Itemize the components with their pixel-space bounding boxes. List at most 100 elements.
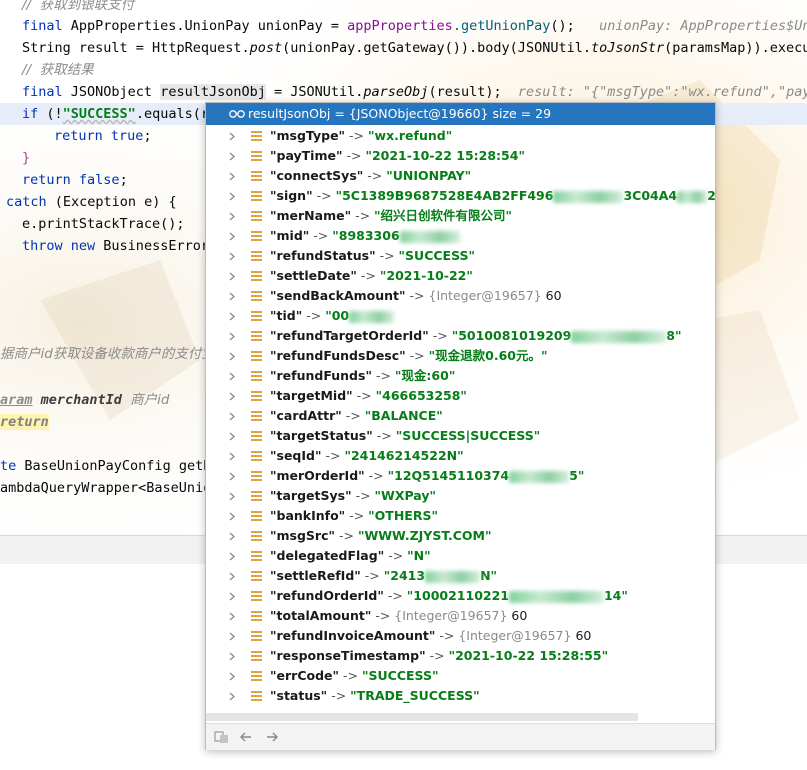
arrow-left-icon[interactable]: [238, 729, 254, 745]
entry-value: "N": [407, 548, 431, 563]
tree-row[interactable]: "settleRefId" -> "2413 N": [206, 566, 715, 586]
tree-row[interactable]: "connectSys" -> "UNIONPAY": [206, 166, 715, 186]
tree-row-text: "targetMid" -> "466653258": [270, 386, 467, 406]
debug-evaluate-popup[interactable]: resultJsonObj = {JSONObject@19660} size …: [205, 102, 716, 750]
chevron-right-icon[interactable]: [228, 566, 238, 586]
code-text: ambdaQueryWrapper<BaseUnio: [0, 480, 212, 496]
tree-row[interactable]: "seqId" -> "24146214522N": [206, 446, 715, 466]
chevron-right-icon[interactable]: [228, 406, 238, 426]
arrow-right-icon[interactable]: [264, 729, 280, 745]
popup-header: resultJsonObj = {JSONObject@19660} size …: [206, 103, 715, 125]
chevron-right-icon[interactable]: [228, 366, 238, 386]
chevron-right-icon[interactable]: [228, 626, 238, 646]
chevron-right-icon[interactable]: [228, 446, 238, 466]
tree-row[interactable]: "responseTimestamp" -> "2021-10-22 15:28…: [206, 646, 715, 666]
variable[interactable]: resultJsonObj: [160, 84, 266, 100]
chevron-right-icon[interactable]: [228, 166, 238, 186]
chevron-right-icon[interactable]: [228, 586, 238, 606]
chevron-right-icon[interactable]: [228, 246, 238, 266]
tree-row[interactable]: "sendBackAmount" -> {Integer@19657} 60: [206, 286, 715, 306]
tree-row[interactable]: "tid" -> "00: [206, 306, 715, 326]
entry-arrow: ->: [355, 488, 371, 503]
entry-key: "refundFundsDesc": [270, 348, 406, 363]
chevron-right-icon[interactable]: [228, 466, 238, 486]
tree-row[interactable]: "settleDate" -> "2021-10-22": [206, 266, 715, 286]
horizontal-scrollbar[interactable]: [206, 713, 638, 721]
chevron-right-icon[interactable]: [228, 206, 238, 226]
tree-row[interactable]: "delegatedFlag" -> "N": [206, 546, 715, 566]
entry-arrow: ->: [325, 448, 341, 463]
redacted-value: [677, 190, 708, 203]
tree-row[interactable]: "mid" -> "8983306: [206, 226, 715, 246]
tree-row[interactable]: "refundInvoiceAmount" -> {Integer@19657}…: [206, 626, 715, 646]
tree-row[interactable]: "targetMid" -> "466653258": [206, 386, 715, 406]
entry-value: "00: [325, 308, 350, 323]
chevron-right-icon[interactable]: [228, 506, 238, 526]
entry-arrow: ->: [316, 188, 332, 203]
tree-row[interactable]: "totalAmount" -> {Integer@19657} 60: [206, 606, 715, 626]
field-icon: [251, 371, 262, 381]
tree-row[interactable]: "refundOrderId" -> "10002110221 14": [206, 586, 715, 606]
tree-row[interactable]: "payTime" -> "2021-10-22 15:28:54": [206, 146, 715, 166]
chevron-right-icon[interactable]: [228, 426, 238, 446]
entry-value-suffix: N": [480, 568, 498, 583]
entry-value-suffix: 5": [569, 468, 585, 483]
field-icon: [251, 611, 262, 621]
entry-arrow: ->: [339, 528, 354, 543]
tree-row[interactable]: "merName" -> "绍兴日创软件有限公司": [206, 206, 715, 226]
chevron-right-icon[interactable]: [228, 186, 238, 206]
chevron-right-icon[interactable]: [228, 546, 238, 566]
chevron-right-icon[interactable]: [228, 286, 238, 306]
tree-row[interactable]: "refundStatus" -> "SUCCESS": [206, 246, 715, 266]
code-line-1: // 获取到银联支付: [22, 0, 134, 16]
field-icon: [251, 311, 262, 321]
chevron-right-icon[interactable]: [228, 686, 238, 706]
variable: unionPay: [257, 18, 323, 34]
chevron-right-icon[interactable]: [228, 666, 238, 686]
tree-row[interactable]: "bankInfo" -> "OTHERS": [206, 506, 715, 526]
chevron-right-icon[interactable]: [228, 646, 238, 666]
tree-row[interactable]: "targetStatus" -> "SUCCESS|SUCCESS": [206, 426, 715, 446]
chevron-right-icon[interactable]: [228, 306, 238, 326]
chevron-right-icon[interactable]: [228, 386, 238, 406]
field-icon: [251, 351, 262, 361]
entry-key: "msgType": [270, 128, 346, 143]
tree-row[interactable]: "cardAttr" -> "BALANCE": [206, 406, 715, 426]
variables-tree[interactable]: "msgType" -> "wx.refund" "payTime" -> "20…: [206, 125, 715, 713]
field-icon: [251, 231, 262, 241]
tree-row[interactable]: "errCode" -> "SUCCESS": [206, 666, 715, 686]
tree-row[interactable]: "msgSrc" -> "WWW.ZJYST.COM": [206, 526, 715, 546]
tree-row-text: "responseTimestamp" -> "2021-10-22 15:28…: [270, 646, 608, 666]
tree-row[interactable]: "msgType" -> "wx.refund": [206, 126, 715, 146]
tree-row[interactable]: "refundFunds" -> "现金:60": [206, 366, 715, 386]
chevron-right-icon[interactable]: [228, 226, 238, 246]
chevron-right-icon[interactable]: [228, 266, 238, 286]
navigate-icon[interactable]: [214, 729, 230, 745]
field-icon: [251, 571, 262, 581]
code-text: ();: [550, 18, 575, 34]
chevron-right-icon[interactable]: [228, 486, 238, 506]
entry-value: "2021-10-22 15:28:54": [365, 148, 525, 163]
doc-comment: 据商户id获取设备收款商户的支付宝: [0, 346, 215, 362]
doc-comment: 商户id: [130, 392, 170, 408]
tree-row[interactable]: "refundTargetOrderId" -> "5010081019209 8…: [206, 326, 715, 346]
chevron-right-icon[interactable]: [228, 326, 238, 346]
entry-arrow: ->: [356, 388, 372, 403]
tree-row[interactable]: "status" -> "TRADE_SUCCESS": [206, 686, 715, 706]
tree-row-text: "payTime" -> "2021-10-22 15:28:54": [270, 146, 525, 166]
chevron-right-icon[interactable]: [228, 606, 238, 626]
tree-row[interactable]: "targetSys" -> "WXPay": [206, 486, 715, 506]
tree-row[interactable]: "sign" -> "5C1389B9687528E4AB2FF496 3C04A…: [206, 186, 715, 206]
tree-row[interactable]: "merOrderId" -> "12Q5145110374 5": [206, 466, 715, 486]
chevron-right-icon[interactable]: [228, 346, 238, 366]
field-icon: [251, 411, 262, 421]
chevron-right-icon[interactable]: [228, 146, 238, 166]
entry-arrow: ->: [349, 508, 365, 523]
keyword: final: [22, 18, 63, 34]
entry-value: 60: [575, 628, 592, 643]
entry-key: "delegatedFlag": [270, 548, 385, 563]
tree-row[interactable]: "refundFundsDesc" -> "现金退款0.60元。": [206, 346, 715, 366]
field-icon: [251, 171, 262, 181]
chevron-right-icon[interactable]: [228, 126, 238, 146]
chevron-right-icon[interactable]: [228, 526, 238, 546]
